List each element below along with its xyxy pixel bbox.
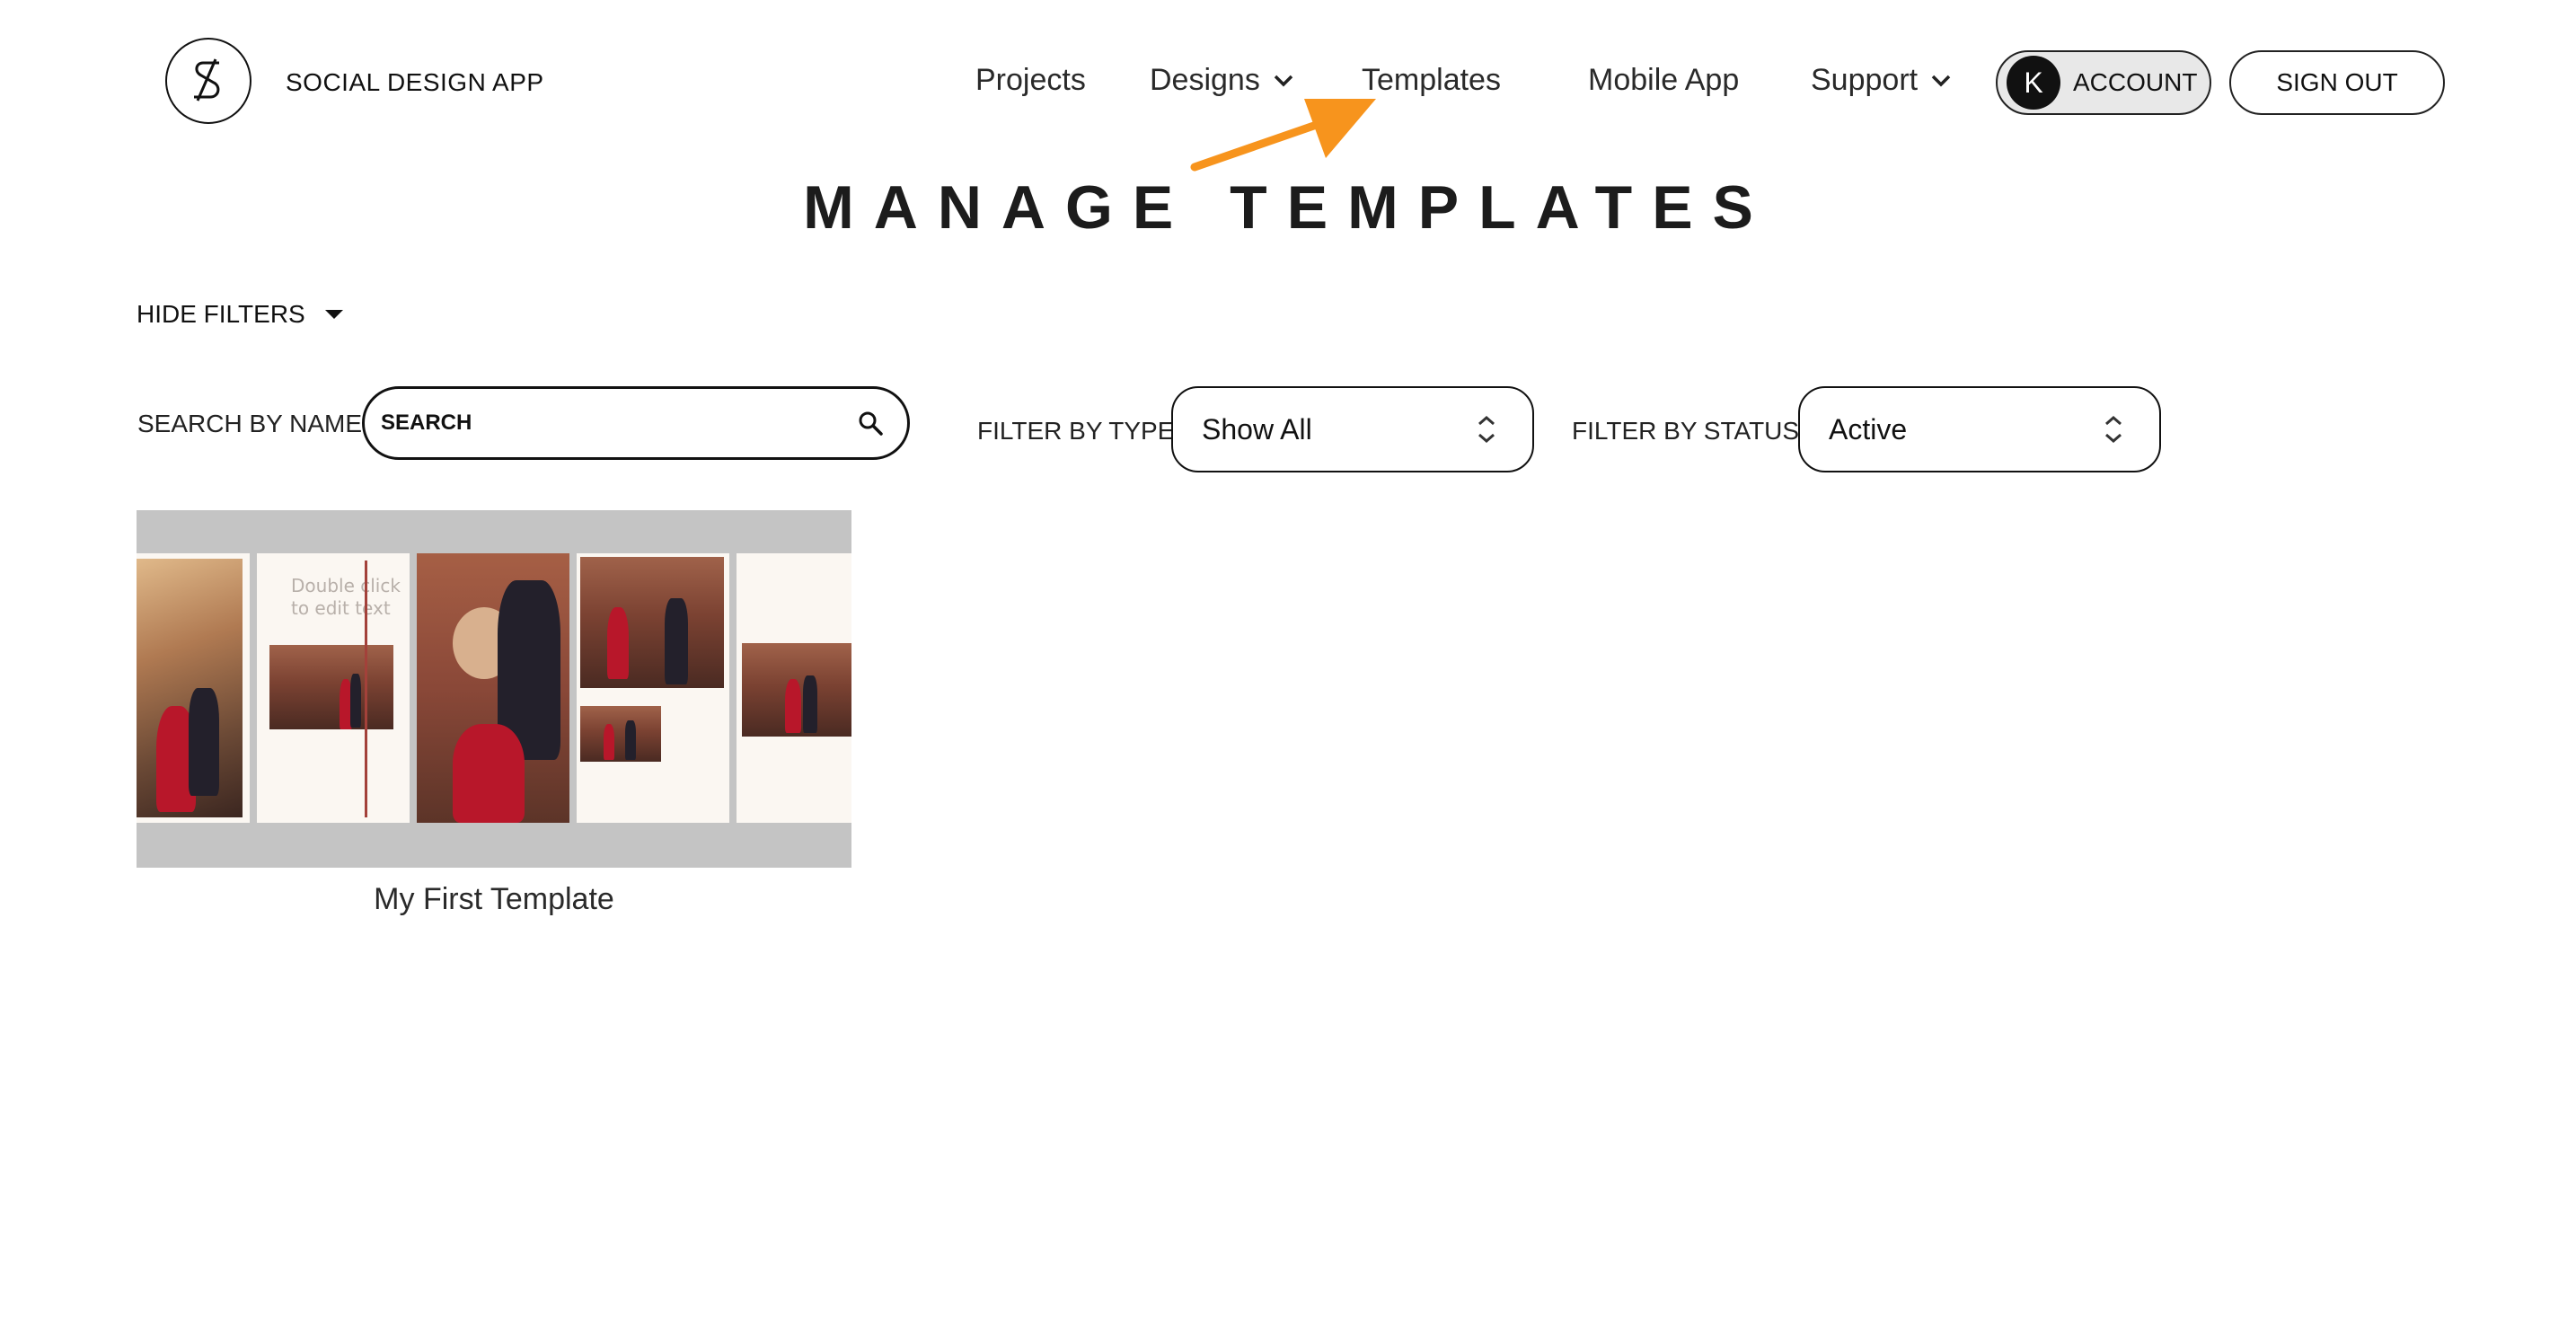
- nav-mobile-app[interactable]: Mobile App: [1588, 63, 1739, 98]
- chevron-down-icon: [1931, 75, 1951, 86]
- type-filter-select[interactable]: Show All: [1171, 386, 1534, 472]
- preview-panel: [137, 553, 250, 823]
- hide-filters-toggle[interactable]: HIDE FILTERS: [137, 300, 343, 329]
- caret-down-icon: [324, 310, 343, 319]
- app-logo[interactable]: [165, 38, 251, 124]
- logo-s-icon: [194, 58, 220, 102]
- account-button[interactable]: K ACCOUNT: [1996, 50, 2211, 115]
- preview-panel: [737, 553, 851, 823]
- updown-icon: [2104, 415, 2123, 444]
- account-label: ACCOUNT: [2073, 68, 2198, 96]
- preview-panel: Double click to edit text: [257, 553, 410, 823]
- sign-out-button[interactable]: SIGN OUT: [2229, 50, 2445, 115]
- preview-panel: [417, 553, 569, 823]
- search-input[interactable]: SEARCH: [362, 386, 910, 460]
- hide-filters-label: HIDE FILTERS: [137, 300, 305, 328]
- template-name[interactable]: My First Template: [137, 882, 851, 917]
- nav-projects-label: Projects: [975, 63, 1086, 97]
- page-title: MANAGE TEMPLATES: [803, 173, 1773, 242]
- preview-overlay-text: Double click to edit text: [291, 575, 401, 619]
- search-label: SEARCH BY NAME: [137, 410, 362, 437]
- search-icon[interactable]: [857, 410, 884, 437]
- status-filter-select[interactable]: Active: [1798, 386, 2161, 472]
- status-filter-label: FILTER BY STATUS: [1572, 417, 1800, 445]
- avatar: K: [2007, 56, 2060, 110]
- annotation-arrow-icon: [1190, 99, 1376, 172]
- status-filter-value: Active: [1829, 412, 1908, 446]
- updown-icon: [1477, 415, 1496, 444]
- app-name: SOCIAL DESIGN APP: [286, 68, 544, 96]
- nav-projects[interactable]: Projects: [975, 63, 1086, 98]
- nav-support-label: Support: [1811, 63, 1919, 97]
- type-filter-value: Show All: [1202, 412, 1312, 446]
- nav-support[interactable]: Support: [1811, 63, 1952, 98]
- search-placeholder: SEARCH: [381, 410, 472, 435]
- template-thumbnail[interactable]: Double click to edit text: [137, 510, 851, 868]
- nav-mobile-app-label: Mobile App: [1588, 63, 1740, 97]
- type-filter-label: FILTER BY TYPE: [977, 417, 1175, 445]
- preview-panel: [577, 553, 729, 823]
